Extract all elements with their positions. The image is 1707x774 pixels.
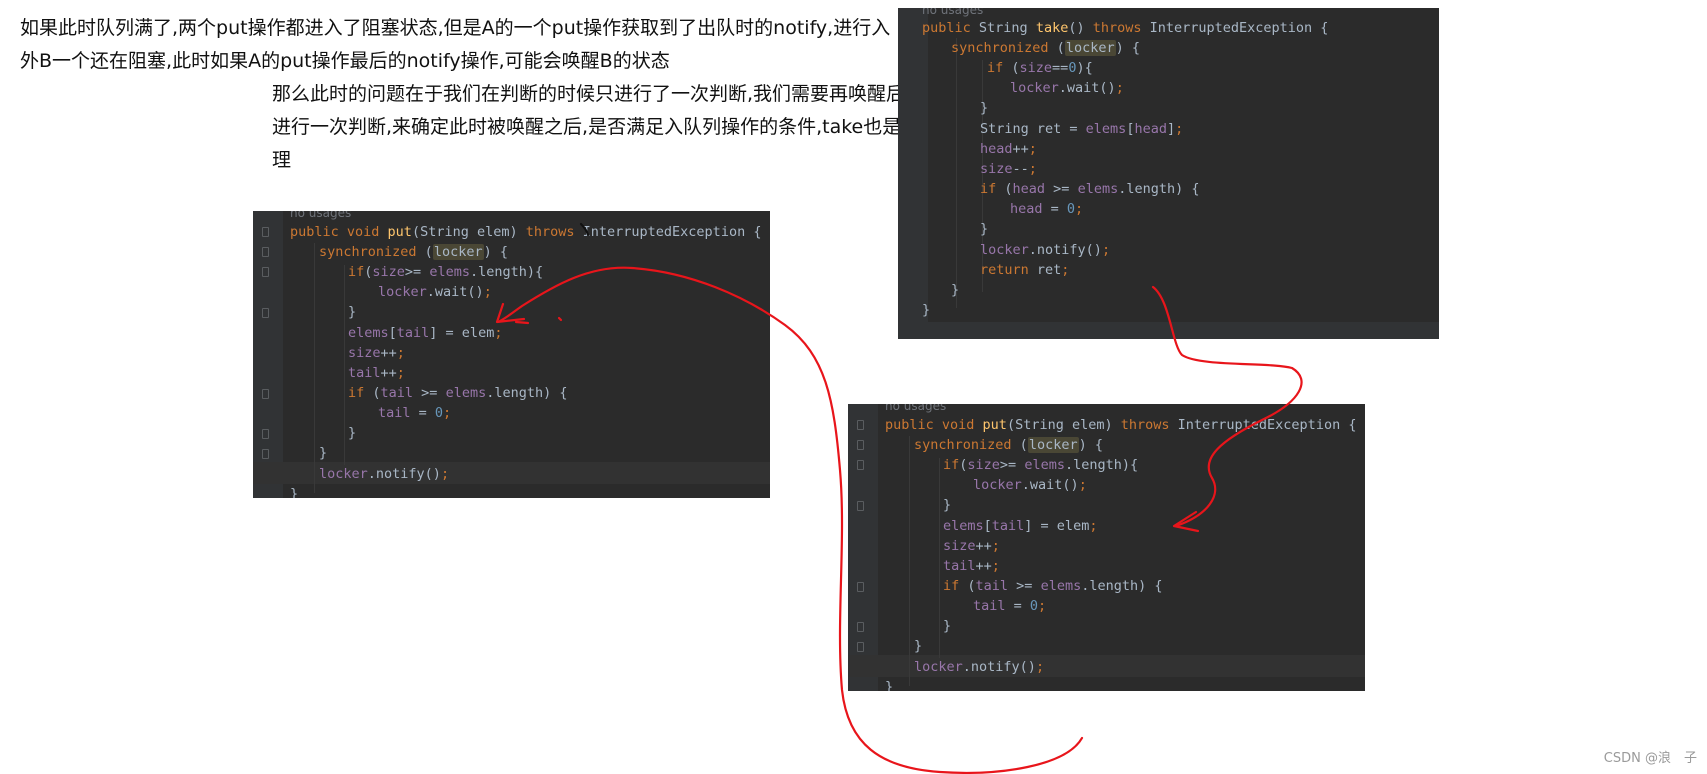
usages-hint: no usages (290, 211, 352, 220)
code-line[interactable]: size++; (348, 342, 405, 364)
code-line[interactable]: } (290, 483, 298, 498)
fold-marker-icon (262, 227, 269, 237)
note-line-3: 那么此时的问题在于我们在判断的时候只进行了一次判断,我们需要再唤醒后 (272, 83, 906, 105)
fold-marker-icon (262, 389, 269, 399)
indent-guide (344, 265, 345, 465)
fold-marker-icon (262, 247, 269, 257)
code-line[interactable]: if (head >= elems.length) { (980, 178, 1199, 200)
code-line[interactable]: public String take() throws InterruptedE… (922, 17, 1328, 39)
fold-marker-icon (857, 642, 864, 652)
code-line[interactable]: if (tail >= elems.length) { (348, 382, 567, 404)
code-line[interactable]: } (319, 442, 327, 464)
code-line[interactable]: } (943, 615, 951, 637)
fold-marker-icon (262, 449, 269, 459)
note-line-1: 如果此时队列满了,两个put操作都进入了阻塞状态,但是A的一个put操作获取到了… (20, 17, 891, 39)
usages-hint: no usages (885, 404, 947, 413)
code-line[interactable]: tail++; (348, 362, 405, 384)
fold-marker-icon (857, 440, 864, 450)
editor-gutter (898, 8, 928, 339)
fold-marker-icon (262, 267, 269, 277)
fold-marker-icon (857, 501, 864, 511)
code-line[interactable]: public void put(String elem) throws Inte… (290, 221, 761, 243)
indent-guide (909, 436, 910, 686)
code-line[interactable]: if (tail >= elems.length) { (943, 575, 1162, 597)
code-line[interactable]: locker.wait(); (378, 281, 492, 303)
code-line[interactable]: } (885, 676, 893, 691)
code-line[interactable]: } (348, 422, 356, 444)
fold-marker-icon (262, 308, 269, 318)
code-line[interactable]: elems[tail] = elem; (943, 515, 1097, 537)
code-line[interactable]: if(size>= elems.length){ (943, 454, 1138, 476)
fold-marker-icon (857, 582, 864, 592)
fold-marker-icon (857, 460, 864, 470)
code-line[interactable]: if(size>= elems.length){ (348, 261, 543, 283)
indent-guide (956, 38, 957, 308)
note-line-5: 理 (272, 149, 292, 171)
code-line[interactable]: } (980, 218, 988, 240)
fold-marker-icon (857, 420, 864, 430)
code-line[interactable]: public void put(String elem) throws Inte… (885, 414, 1356, 436)
code-line[interactable]: head = 0; (1010, 198, 1083, 220)
code-line[interactable]: return ret; (980, 259, 1069, 281)
code-line[interactable]: synchronized (locker) { (914, 434, 1103, 456)
code-line[interactable]: head++; (980, 138, 1037, 160)
code-line[interactable]: synchronized (locker) { (319, 241, 508, 263)
code-line[interactable]: } (348, 301, 356, 323)
code-line[interactable]: } (951, 279, 959, 301)
note-line-2: 外B一个还在阻塞,此时如果A的put操作最后的notify操作,可能会唤醒B的状… (20, 50, 670, 72)
code-line[interactable]: locker.wait(); (1010, 77, 1124, 99)
code-line[interactable]: } (943, 494, 951, 516)
code-line[interactable]: } (980, 97, 988, 119)
code-line[interactable]: tail = 0; (378, 402, 451, 424)
code-line[interactable]: } (914, 635, 922, 657)
code-line[interactable]: tail = 0; (973, 595, 1046, 617)
code-line[interactable]: } (922, 299, 930, 321)
fold-marker-icon (857, 622, 864, 632)
editor-bottom-bar (898, 322, 1439, 339)
fold-marker-icon (262, 429, 269, 439)
code-line[interactable]: locker.notify(); (319, 463, 449, 485)
code-line[interactable]: locker.notify(); (914, 656, 1044, 678)
note-line-4: 进行一次判断,来确定此时被唤醒之后,是否满足入队列操作的条件,take也是 (272, 116, 902, 138)
code-line[interactable]: if (size==0){ (987, 57, 1093, 79)
code-panel-put-b: no usages public void put(String elem) t… (848, 404, 1365, 691)
watermark: CSDN @浪 子 (1603, 751, 1697, 766)
code-line[interactable]: locker.notify(); (980, 239, 1110, 261)
code-line[interactable]: size++; (943, 535, 1000, 557)
code-panel-take: no usages public String take() throws In… (898, 8, 1439, 339)
code-line[interactable]: elems[tail] = elem; (348, 322, 502, 344)
code-line[interactable]: synchronized (locker) { (951, 37, 1140, 59)
code-line[interactable]: locker.wait(); (973, 474, 1087, 496)
code-line[interactable]: String ret = elems[head]; (980, 118, 1183, 140)
indent-guide (939, 458, 940, 658)
code-panel-put-a: no usages public void put(String elem) t… (253, 211, 770, 498)
indent-guide (314, 243, 315, 493)
usages-hint: no usages (922, 8, 984, 17)
code-line[interactable]: tail++; (943, 555, 1000, 577)
code-line[interactable]: size--; (980, 158, 1037, 180)
